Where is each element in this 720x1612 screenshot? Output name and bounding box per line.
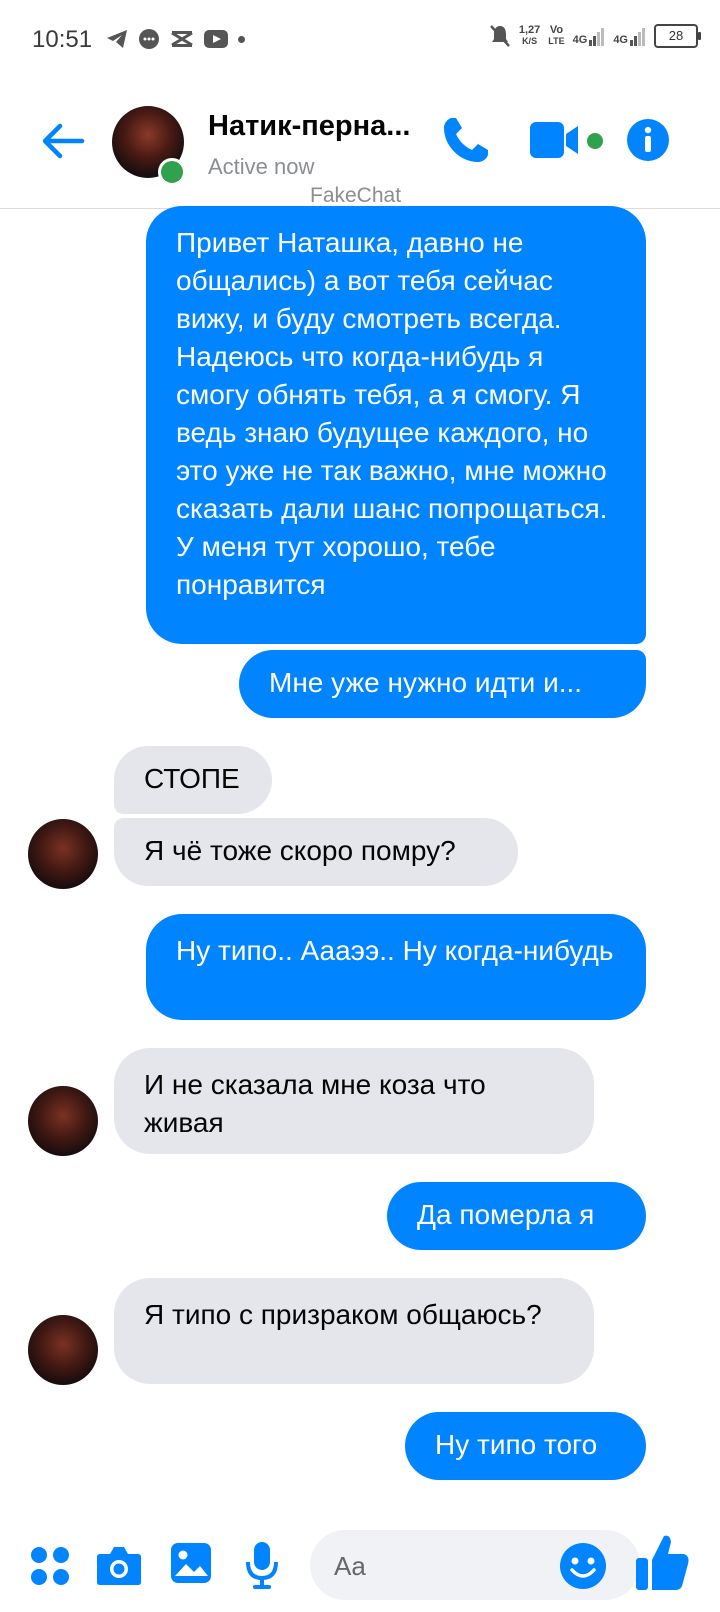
more-notifications-dot	[238, 35, 245, 43]
message-incoming[interactable]: И не сказала мне коза что живая	[114, 1048, 594, 1154]
message-input[interactable]	[332, 1530, 566, 1602]
status-bar: 10:51 1,27 K/S Vo LTE 4G 4G 28	[0, 0, 720, 80]
back-arrow-icon[interactable]	[38, 116, 88, 166]
contact-status: Active now	[208, 154, 315, 179]
chat-header: Натик-перна... Active now FakeChat	[0, 90, 720, 209]
message-outgoing[interactable]: Ну типо того	[405, 1412, 646, 1480]
contact-avatar-small	[28, 1086, 98, 1156]
messenger-icon	[139, 29, 159, 49]
message-list[interactable]: Привет Наташка, давно не общались) а вот…	[0, 206, 720, 1510]
capcut-icon	[171, 31, 193, 47]
contact-avatar-small	[28, 819, 98, 889]
net-speed: 1,27 K/S	[519, 25, 540, 47]
signal-sim1: 4G	[573, 26, 606, 46]
status-time: 10:51	[32, 26, 93, 53]
online-status-dot	[158, 158, 186, 186]
thumbs-up-icon[interactable]	[634, 1532, 690, 1594]
contact-name[interactable]: Натик-перна...	[208, 110, 410, 143]
camera-icon[interactable]	[96, 1544, 142, 1586]
message-incoming[interactable]: Я чё тоже скоро помру?	[114, 818, 518, 886]
net-speed-value: 1,27	[518, 24, 541, 36]
battery-indicator: 28	[654, 24, 701, 48]
message-composer	[0, 1520, 720, 1612]
contact-avatar-small	[28, 1315, 98, 1385]
signal-sim2-label: 4G	[613, 34, 628, 46]
signal-bars-icon	[630, 28, 645, 46]
mute-bell-icon	[489, 25, 510, 47]
microphone-icon[interactable]	[244, 1540, 280, 1590]
message-outgoing[interactable]: Мне уже нужно идти и...	[239, 650, 646, 718]
volte-top: Vo	[549, 24, 564, 36]
message-outgoing[interactable]: Ну типо.. Аааээ.. Ну когда-нибудь	[146, 914, 646, 1020]
message-outgoing[interactable]: Привет Наташка, давно не общались) а вот…	[146, 206, 646, 644]
message-incoming[interactable]: Я типо с призраком общаюсь?	[114, 1278, 594, 1384]
signal-bars-icon	[589, 28, 605, 46]
volte-badge: Vo LTE	[548, 25, 564, 47]
menu-dots-icon[interactable]	[30, 1546, 70, 1586]
info-icon[interactable]	[626, 118, 670, 162]
watermark-label: FakeChat	[310, 184, 402, 207]
message-outgoing[interactable]: Да померла я	[387, 1182, 646, 1250]
youtube-icon	[204, 30, 228, 48]
message-incoming[interactable]: СТОПЕ	[114, 746, 272, 814]
video-camera-icon[interactable]	[530, 120, 582, 160]
phone-icon[interactable]	[440, 114, 492, 166]
image-icon[interactable]	[170, 1542, 212, 1584]
emoji-icon[interactable]	[559, 1542, 607, 1590]
telegram-icon	[107, 30, 127, 48]
signal-sim2: 4G	[613, 26, 646, 46]
volte-bottom: LTE	[548, 36, 565, 46]
signal-sim1-label: 4G	[572, 34, 588, 46]
video-active-dot	[587, 133, 603, 149]
notification-icons	[106, 28, 245, 50]
system-icons: 1,27 K/S Vo LTE 4G 4G 28	[489, 24, 701, 48]
net-speed-unit: K/S	[522, 36, 538, 46]
